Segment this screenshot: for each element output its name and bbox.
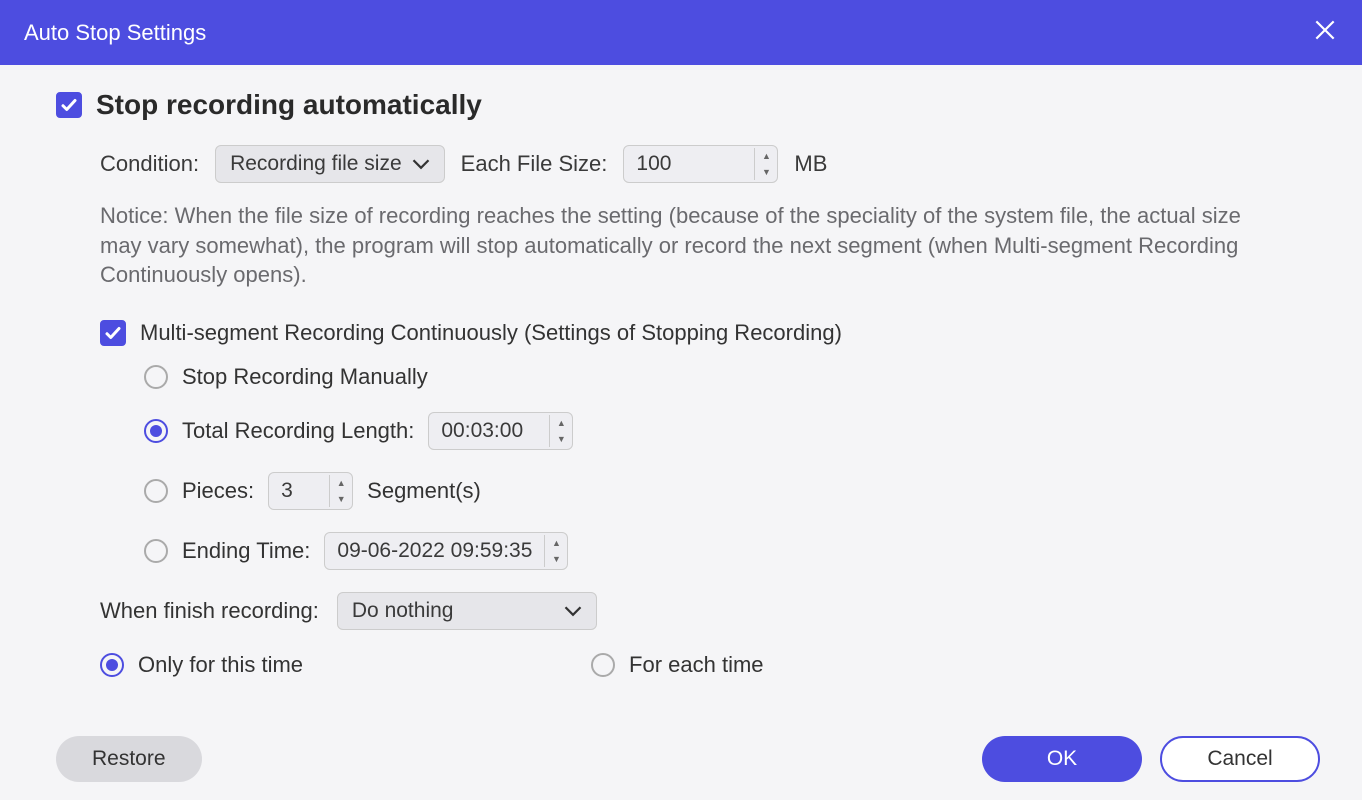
radio-only-this-time[interactable] xyxy=(100,653,124,677)
notice-text: Notice: When the file size of recording … xyxy=(100,201,1286,290)
total-length-label: Total Recording Length: xyxy=(182,418,414,444)
finish-value: Do nothing xyxy=(352,599,454,623)
chevron-down-icon xyxy=(412,152,430,176)
multi-segment-label: Multi-segment Recording Continuously (Se… xyxy=(140,320,842,346)
radio-each-time[interactable] xyxy=(591,653,615,677)
cancel-button[interactable]: Cancel xyxy=(1160,736,1320,782)
main-title: Stop recording automatically xyxy=(96,89,482,121)
total-length-spinner[interactable]: 00:03:00 ▲ ▼ xyxy=(428,412,573,450)
file-size-value: 100 xyxy=(624,146,754,182)
ending-time-spinner[interactable]: 09-06-2022 09:59:35 ▲ ▼ xyxy=(324,532,568,570)
spinner-arrows: ▲ ▼ xyxy=(754,148,777,180)
option-pieces: Pieces: 3 ▲ ▼ Segment(s) xyxy=(144,472,1330,510)
finish-label: When finish recording: xyxy=(100,598,319,624)
multi-check-row: Multi-segment Recording Continuously (Se… xyxy=(100,320,1330,346)
file-size-unit: MB xyxy=(794,151,827,177)
finish-row: When finish recording: Do nothing xyxy=(100,592,1330,630)
option-ending-time: Ending Time: 09-06-2022 09:59:35 ▲ ▼ xyxy=(144,532,1330,570)
pieces-spinner[interactable]: 3 ▲ ▼ xyxy=(268,472,353,510)
condition-select[interactable]: Recording file size xyxy=(215,145,445,183)
option-stop-manually: Stop Recording Manually xyxy=(144,364,1330,390)
spinner-up-icon[interactable]: ▲ xyxy=(550,415,572,431)
ending-time-value: 09-06-2022 09:59:35 xyxy=(325,533,544,569)
pieces-unit: Segment(s) xyxy=(367,478,481,504)
spinner-down-icon[interactable]: ▼ xyxy=(545,551,567,567)
window-title: Auto Stop Settings xyxy=(24,20,206,46)
close-icon[interactable] xyxy=(1312,17,1338,49)
multi-segment-checkbox[interactable] xyxy=(100,320,126,346)
stop-manually-label: Stop Recording Manually xyxy=(182,364,428,390)
total-length-value: 00:03:00 xyxy=(429,413,549,449)
only-this-label: Only for this time xyxy=(138,652,303,678)
titlebar: Auto Stop Settings xyxy=(0,0,1362,65)
content-area: Stop recording automatically Condition: … xyxy=(0,65,1362,690)
pieces-value: 3 xyxy=(269,473,329,509)
spinner-arrows: ▲ ▼ xyxy=(544,535,567,567)
condition-value: Recording file size xyxy=(230,152,402,176)
condition-row: Condition: Recording file size Each File… xyxy=(100,145,1330,183)
spinner-up-icon[interactable]: ▲ xyxy=(545,535,567,551)
option-total-length: Total Recording Length: 00:03:00 ▲ ▼ xyxy=(144,412,1330,450)
each-file-label: Each File Size: xyxy=(461,151,608,177)
spinner-down-icon[interactable]: ▼ xyxy=(550,431,572,447)
condition-label: Condition: xyxy=(100,151,199,177)
time-scope-row: Only for this time For each time xyxy=(100,652,1330,678)
spinner-arrows: ▲ ▼ xyxy=(549,415,572,447)
radio-stop-manually[interactable] xyxy=(144,365,168,389)
main-checkbox-row: Stop recording automatically xyxy=(56,89,1330,121)
radio-ending-time[interactable] xyxy=(144,539,168,563)
each-time-label: For each time xyxy=(629,652,764,678)
radio-total-length[interactable] xyxy=(144,419,168,443)
pieces-label: Pieces: xyxy=(182,478,254,504)
file-size-spinner[interactable]: 100 ▲ ▼ xyxy=(623,145,778,183)
stop-auto-checkbox[interactable] xyxy=(56,92,82,118)
ending-time-label: Ending Time: xyxy=(182,538,310,564)
spinner-up-icon[interactable]: ▲ xyxy=(330,475,352,491)
spinner-down-icon[interactable]: ▼ xyxy=(755,164,777,180)
chevron-down-icon xyxy=(564,599,582,623)
spinner-down-icon[interactable]: ▼ xyxy=(330,491,352,507)
footer: Restore OK Cancel xyxy=(0,736,1362,782)
spinner-arrows: ▲ ▼ xyxy=(329,475,352,507)
ok-button[interactable]: OK xyxy=(982,736,1142,782)
finish-select[interactable]: Do nothing xyxy=(337,592,597,630)
multi-segment-block: Multi-segment Recording Continuously (Se… xyxy=(100,320,1330,678)
restore-button[interactable]: Restore xyxy=(56,736,202,782)
radio-pieces[interactable] xyxy=(144,479,168,503)
spinner-up-icon[interactable]: ▲ xyxy=(755,148,777,164)
